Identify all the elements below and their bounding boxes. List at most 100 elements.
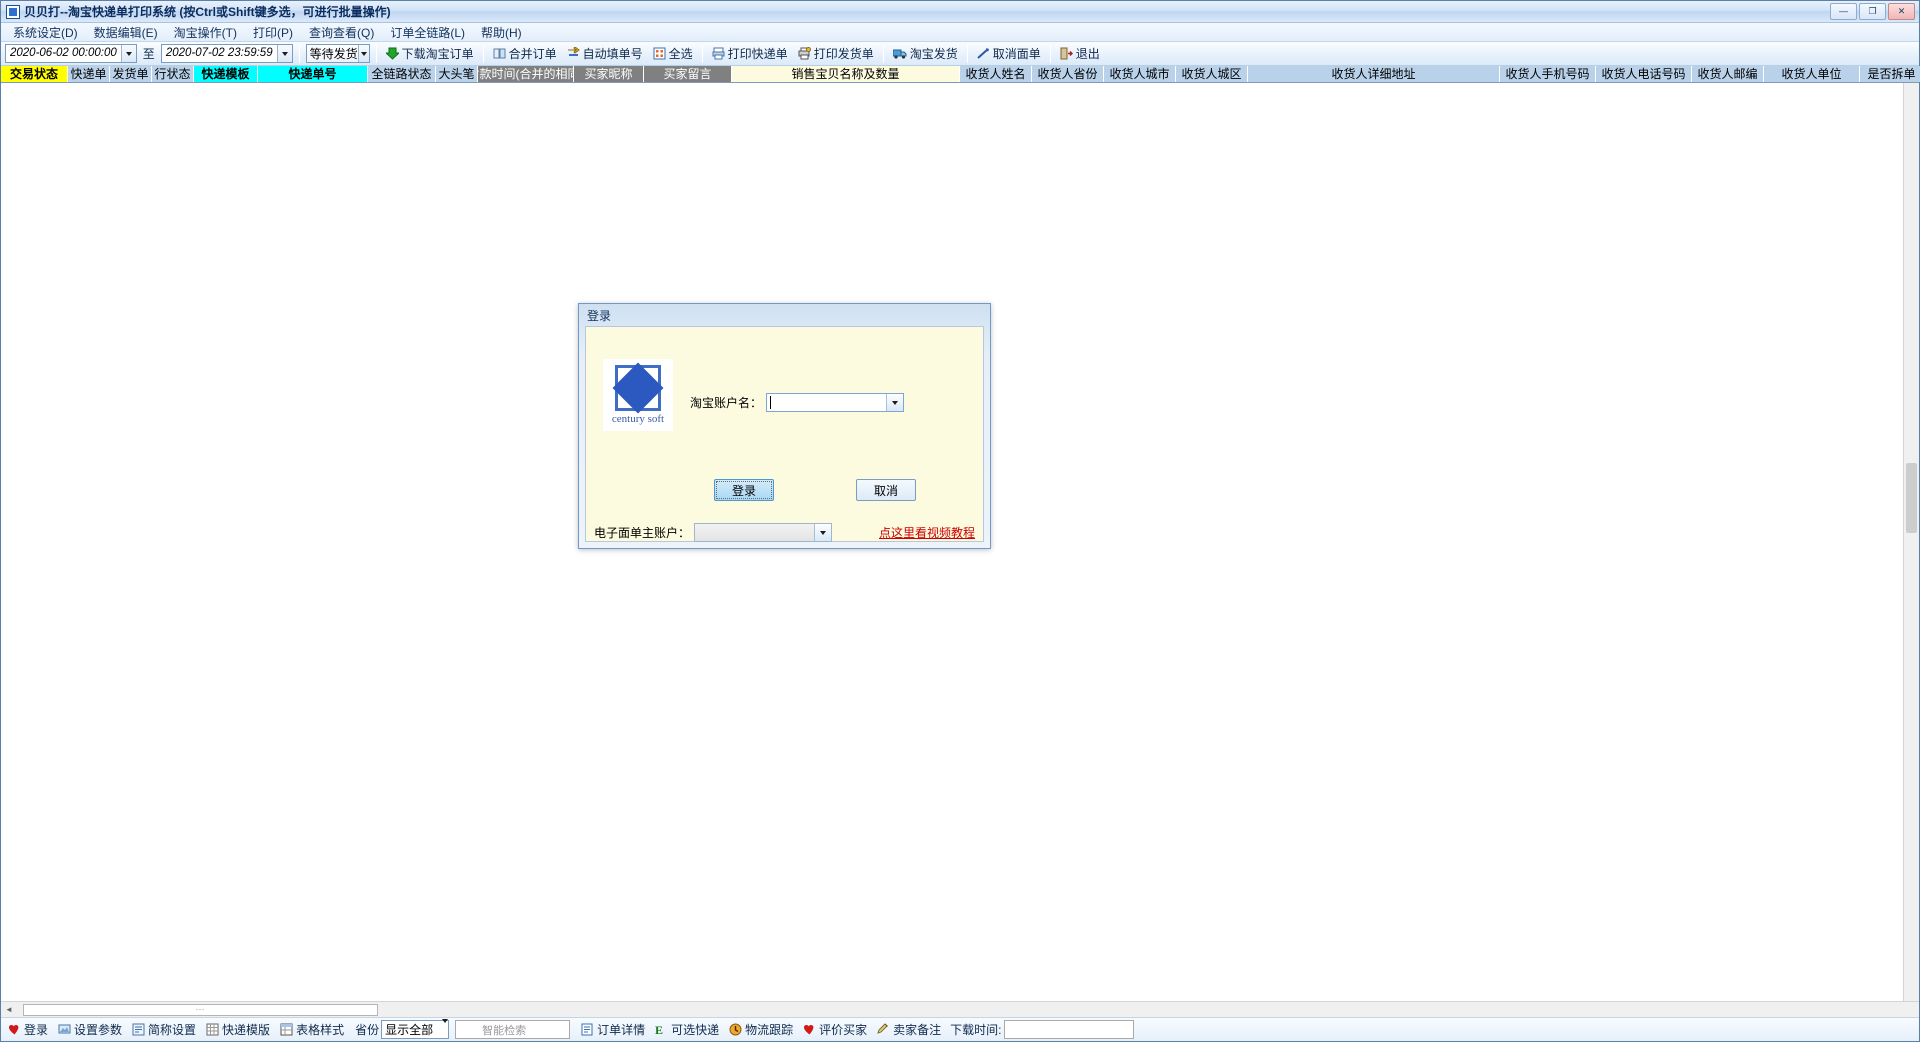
smart-search-placeholder: 智能检索 bbox=[482, 1024, 527, 1037]
login-submit-button[interactable]: 登录 bbox=[714, 479, 774, 501]
abbreviation-settings-button[interactable]: 简称设置 bbox=[127, 1019, 201, 1041]
column-header[interactable]: 买家昵称 bbox=[574, 66, 644, 82]
column-header-label: 快递单号 bbox=[288, 67, 337, 81]
vertical-scrollbar[interactable] bbox=[1903, 83, 1919, 1001]
column-header-label: 大头笔 bbox=[438, 67, 475, 81]
column-header[interactable]: 收货人城区 bbox=[1176, 66, 1248, 82]
settings-icon bbox=[58, 1023, 71, 1036]
menu-bar: 系统设定(D) 数据编辑(E) 淘宝操作(T) 打印(P) 查询查看(Q) 订单全链路(L… bbox=[1, 23, 1919, 42]
video-tutorial-link[interactable]: 点这里看视频教程 bbox=[879, 524, 975, 541]
cancel-waybill-button[interactable]: 取消面单 bbox=[972, 43, 1046, 65]
column-header[interactable]: 是否拆单 bbox=[1860, 66, 1920, 82]
column-header[interactable]: 收货人省份 bbox=[1032, 66, 1104, 82]
smart-search-input[interactable]: 智能检索 bbox=[455, 1020, 571, 1039]
column-header-label: 收货人省份 bbox=[1037, 67, 1098, 81]
download-time-field[interactable] bbox=[1003, 1020, 1134, 1039]
menu-system-settings[interactable]: 系统设定(D) bbox=[5, 22, 86, 43]
column-header-label: 发货单 bbox=[112, 67, 149, 81]
menu-query-view[interactable]: 查询查看(Q) bbox=[301, 22, 382, 43]
column-header[interactable]: 收货人手机号码 bbox=[1500, 66, 1596, 82]
toolbar-separator bbox=[966, 44, 968, 63]
column-header[interactable]: 大头笔 bbox=[436, 66, 478, 82]
column-header[interactable]: 快递单 bbox=[68, 66, 110, 82]
column-header[interactable]: 收货人邮编 bbox=[1692, 66, 1764, 82]
column-header[interactable]: 快递单号 bbox=[258, 66, 368, 82]
column-header[interactable]: 收货人电话号码 bbox=[1596, 66, 1692, 82]
toolbar-separator bbox=[1049, 44, 1051, 63]
print-shipping-sheet-button[interactable]: 打印发货单 bbox=[793, 43, 879, 65]
column-header[interactable]: 销售宝贝名称及数量 bbox=[732, 66, 960, 82]
minimize-button[interactable]: — bbox=[1830, 3, 1857, 20]
diamond-logo-icon bbox=[615, 365, 661, 411]
express-template-button[interactable]: 快递模版 bbox=[201, 1019, 275, 1041]
rate-buyer-button[interactable]: 评价买家 bbox=[798, 1019, 872, 1041]
waybill-account-select[interactable] bbox=[694, 523, 833, 542]
horizontal-scrollbar[interactable]: ◄ ⋯ bbox=[1, 1001, 1919, 1017]
optional-express-button[interactable]: E 可选快递 bbox=[650, 1019, 724, 1041]
set-parameters-button[interactable]: 设置参数 bbox=[53, 1019, 127, 1041]
auto-fill-number-button[interactable]: 自动填单号 bbox=[562, 43, 648, 65]
date-between-label: 至 bbox=[142, 47, 155, 61]
column-header-label: 收货人手机号码 bbox=[1505, 67, 1590, 81]
toolbar-separator bbox=[701, 44, 703, 63]
date-from-field[interactable]: 2020-06-02 00:00:00 bbox=[5, 44, 137, 63]
logistics-tracking-button[interactable]: 物流跟踪 bbox=[724, 1019, 798, 1041]
account-dropdown-icon[interactable] bbox=[886, 394, 904, 411]
maximize-button[interactable]: ❐ bbox=[1859, 3, 1886, 20]
column-header-label: 收货人电话号码 bbox=[1601, 67, 1686, 81]
taobao-account-input[interactable] bbox=[766, 393, 905, 412]
waybill-account-label: 电子面单主账户： bbox=[594, 526, 691, 540]
horizontal-scrollbar-thumb[interactable]: ⋯ bbox=[23, 1003, 378, 1016]
column-header[interactable]: 交易状态 bbox=[1, 66, 68, 82]
menu-taobao-operation[interactable]: 淘宝操作(T) bbox=[166, 22, 245, 43]
column-header[interactable]: 收货人姓名 bbox=[960, 66, 1032, 82]
column-header[interactable]: 付款时间(合并的相同) bbox=[478, 66, 574, 82]
menu-print[interactable]: 打印(P) bbox=[245, 22, 301, 43]
close-button[interactable]: ✕ bbox=[1888, 3, 1915, 20]
column-header[interactable]: 发货单 bbox=[110, 66, 152, 82]
logistics-track-icon bbox=[729, 1023, 742, 1036]
status-filter-dropdown-icon[interactable] bbox=[357, 45, 369, 62]
column-header[interactable]: 买家留言 bbox=[644, 66, 732, 82]
login-button-label: 登录 bbox=[24, 1023, 49, 1037]
column-header-label: 全链路状态 bbox=[371, 67, 432, 81]
autofill-icon bbox=[567, 47, 580, 60]
merge-orders-button[interactable]: 合并订单 bbox=[488, 43, 562, 65]
province-filter-combo[interactable]: 显示全部 bbox=[381, 1018, 450, 1039]
column-header[interactable]: 全链路状态 bbox=[368, 66, 436, 82]
exit-icon bbox=[1060, 47, 1073, 60]
date-to-dropdown-icon[interactable] bbox=[276, 45, 292, 62]
menu-help[interactable]: 帮助(H) bbox=[473, 22, 530, 43]
table-style-button[interactable]: 表格样式 bbox=[275, 1019, 349, 1041]
status-filter-combo[interactable]: 等待发货 bbox=[305, 44, 370, 63]
waybill-dropdown-icon[interactable] bbox=[814, 524, 832, 541]
date-from-dropdown-icon[interactable] bbox=[120, 45, 136, 62]
order-details-button[interactable]: 订单详情 bbox=[576, 1019, 650, 1041]
menu-order-full-chain[interactable]: 订单全链路(L) bbox=[382, 22, 473, 43]
order-details-button-label: 订单详情 bbox=[597, 1023, 646, 1037]
province-filter-value: 显示全部 bbox=[385, 1023, 434, 1037]
merge-icon bbox=[493, 47, 506, 60]
login-button[interactable]: 登录 bbox=[3, 1019, 53, 1041]
exit-button[interactable]: 退出 bbox=[1055, 43, 1105, 65]
column-header[interactable]: 收货人单位 bbox=[1764, 66, 1860, 82]
horizontal-scroll-track[interactable]: ⋯ bbox=[17, 1002, 1919, 1018]
status-filter-value: 等待发货 bbox=[309, 47, 358, 61]
column-header[interactable]: 收货人城市 bbox=[1104, 66, 1176, 82]
menu-data-edit[interactable]: 数据编辑(E) bbox=[86, 22, 166, 43]
province-dropdown-icon[interactable] bbox=[442, 1018, 449, 1037]
column-header[interactable]: 快递模板 bbox=[194, 66, 258, 82]
login-cancel-button[interactable]: 取消 bbox=[856, 479, 916, 501]
scroll-left-icon[interactable]: ◄ bbox=[1, 1002, 17, 1018]
column-header[interactable]: 行状态 bbox=[152, 66, 194, 82]
download-taobao-orders-button[interactable]: 下载淘宝订单 bbox=[381, 43, 479, 65]
print-express-sheet-button[interactable]: 打印快递单 bbox=[707, 43, 793, 65]
seller-note-button[interactable]: 卖家备注 bbox=[872, 1019, 946, 1041]
column-header-label: 买家昵称 bbox=[584, 67, 633, 81]
date-to-field[interactable]: 2020-07-02 23:59:59 bbox=[160, 44, 293, 63]
column-header-label: 收货人单位 bbox=[1781, 67, 1842, 81]
select-all-button[interactable]: 全选 bbox=[648, 43, 698, 65]
taobao-ship-button[interactable]: 淘宝发货 bbox=[888, 43, 963, 65]
column-header[interactable]: 收货人详细地址 bbox=[1248, 66, 1500, 82]
vertical-scrollbar-thumb[interactable] bbox=[1906, 463, 1917, 533]
